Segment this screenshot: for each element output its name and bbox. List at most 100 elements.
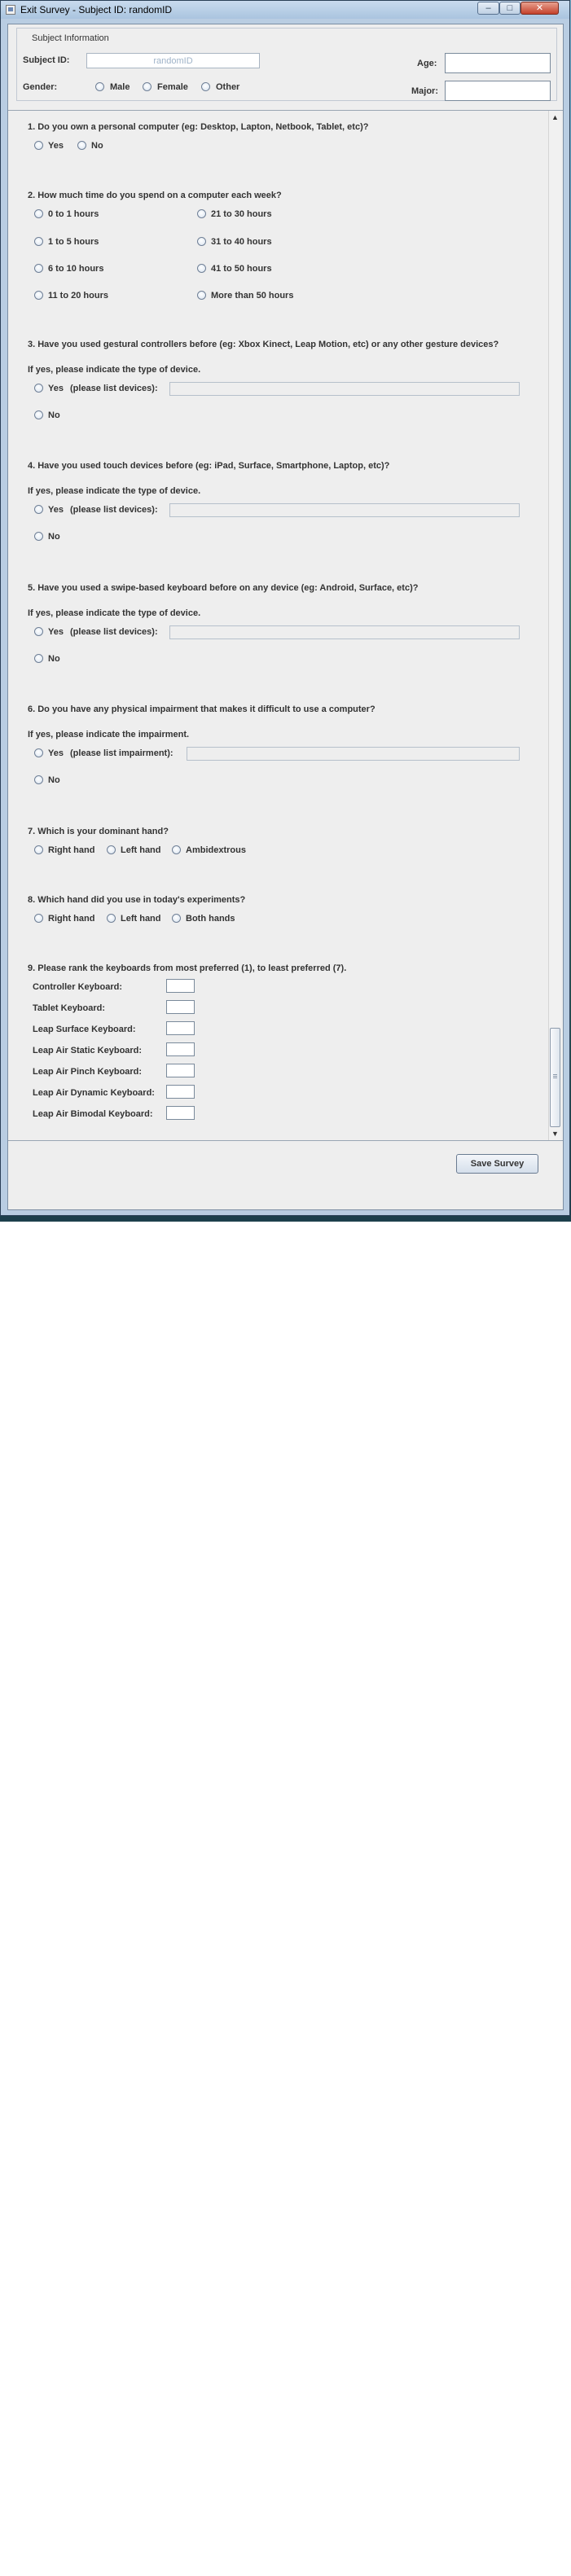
q8-right-hand-label: Right hand xyxy=(48,914,95,924)
q8-both-hands-radio[interactable] xyxy=(172,914,181,923)
q2-0-1-hours-label: 0 to 1 hours xyxy=(48,209,99,219)
q5-no-radio[interactable] xyxy=(34,654,43,663)
scroll-up-arrow-icon[interactable]: ▲ xyxy=(550,112,560,123)
q2-6-10-hours-radio[interactable] xyxy=(34,264,43,273)
age-label: Age: xyxy=(417,59,437,68)
q1-yes-radio[interactable] xyxy=(34,141,43,150)
q4-yes-radio[interactable] xyxy=(34,505,43,514)
q3-detail-label: (please list devices): xyxy=(70,384,158,393)
subject-information-panel: Subject Information Subject ID: Gender: … xyxy=(16,28,557,101)
gender-male-radio[interactable] xyxy=(95,82,104,91)
major-label: Major: xyxy=(411,86,438,96)
q8-left-hand-label: Left hand xyxy=(121,914,161,924)
scroll-down-arrow-icon[interactable]: ▼ xyxy=(550,1128,560,1139)
q7-ambidextrous-radio[interactable] xyxy=(172,845,181,854)
q2-more-than-50-hours-label: More than 50 hours xyxy=(211,291,294,301)
q5-yes-radio[interactable] xyxy=(34,627,43,636)
q8-left-hand-radio[interactable] xyxy=(107,914,116,923)
leap-air-pinch-keyboard-rank-field[interactable] xyxy=(166,1064,195,1077)
leap-air-dynamic-keyboard-rank-field[interactable] xyxy=(166,1085,195,1099)
q6-yes-label: Yes xyxy=(48,748,64,758)
age-field[interactable] xyxy=(445,53,551,73)
leap-air-bimodal-keyboard-rank-field[interactable] xyxy=(166,1106,195,1120)
gender-other-radio[interactable] xyxy=(201,82,210,91)
q5-detail-label: (please list devices): xyxy=(70,627,158,637)
leap-air-pinch-keyboard-label: Leap Air Pinch Keyboard: xyxy=(33,1067,143,1077)
q7-left-hand-label: Left hand xyxy=(121,845,161,855)
q6-impairment-field[interactable] xyxy=(187,747,520,761)
q3-no-radio[interactable] xyxy=(34,410,43,419)
q7-right-hand-radio[interactable] xyxy=(34,845,43,854)
q2-31-40-hours-label: 31 to 40 hours xyxy=(211,237,272,247)
close-button[interactable]: ✕ xyxy=(520,2,559,15)
tablet-keyboard-rank-field[interactable] xyxy=(166,1000,195,1014)
question-4-subtext: If yes, please indicate the type of devi… xyxy=(28,486,201,496)
q6-detail-label: (please list impairment): xyxy=(70,748,173,758)
question-5-subtext: If yes, please indicate the type of devi… xyxy=(28,608,201,618)
question-2-text: 2. How much time do you spend on a compu… xyxy=(28,191,282,200)
q6-no-radio[interactable] xyxy=(34,775,43,784)
scrollbar-thumb[interactable] xyxy=(550,1028,560,1127)
gender-label: Gender: xyxy=(23,82,58,92)
q1-yes-label: Yes xyxy=(48,141,64,151)
q2-1-5-hours-radio[interactable] xyxy=(34,237,43,246)
question-7-text: 7. Which is your dominant hand? xyxy=(28,827,169,836)
q2-41-50-hours-radio[interactable] xyxy=(197,264,206,273)
q3-yes-radio[interactable] xyxy=(34,384,43,393)
question-6-text: 6. Do you have any physical impairment t… xyxy=(28,704,376,714)
app-icon xyxy=(6,5,15,15)
q6-no-label: No xyxy=(48,775,60,785)
q2-31-40-hours-radio[interactable] xyxy=(197,237,206,246)
q2-0-1-hours-radio[interactable] xyxy=(34,209,43,218)
question-6-subtext: If yes, please indicate the impairment. xyxy=(28,730,190,739)
q5-no-label: No xyxy=(48,654,60,664)
question-1-text: 1. Do you own a personal computer (eg: D… xyxy=(28,122,369,132)
leap-air-static-keyboard-rank-field[interactable] xyxy=(166,1042,195,1056)
q2-more-than-50-hours-radio[interactable] xyxy=(197,291,206,300)
save-survey-button[interactable]: Save Survey xyxy=(456,1154,538,1174)
q5-yes-label: Yes xyxy=(48,627,64,637)
q2-21-30-hours-radio[interactable] xyxy=(197,209,206,218)
vertical-scrollbar[interactable]: ▲ ▼ xyxy=(548,111,561,1140)
q4-no-radio[interactable] xyxy=(34,532,43,541)
controller-keyboard-rank-field[interactable] xyxy=(166,979,195,993)
q7-left-hand-radio[interactable] xyxy=(107,845,116,854)
question-3-subtext: If yes, please indicate the type of devi… xyxy=(28,365,201,375)
q4-yes-label: Yes xyxy=(48,505,64,515)
major-field[interactable] xyxy=(445,81,551,101)
q1-no-radio[interactable] xyxy=(77,141,86,150)
question-4-text: 4. Have you used touch devices before (e… xyxy=(28,461,390,471)
q7-right-hand-label: Right hand xyxy=(48,845,95,855)
q8-both-hands-label: Both hands xyxy=(186,914,235,924)
q1-no-label: No xyxy=(91,141,103,151)
minimize-button[interactable]: – xyxy=(477,2,499,15)
gender-female-radio[interactable] xyxy=(143,82,152,91)
q5-devices-field[interactable] xyxy=(169,625,520,639)
q2-11-20-hours-radio[interactable] xyxy=(34,291,43,300)
window-client-area: Subject Information Subject ID: Gender: … xyxy=(7,24,564,1210)
question-9-text: 9. Please rank the keyboards from most p… xyxy=(28,963,347,973)
title-bar[interactable]: Exit Survey - Subject ID: randomID – □ ✕ xyxy=(1,1,569,19)
leap-surface-keyboard-rank-field[interactable] xyxy=(166,1021,195,1035)
q4-detail-label: (please list devices): xyxy=(70,505,158,515)
questions-content: 1. Do you own a personal computer (eg: D… xyxy=(8,111,548,1140)
subject-id-label: Subject ID: xyxy=(23,55,70,65)
questions-scroll-pane[interactable]: 1. Do you own a personal computer (eg: D… xyxy=(8,110,563,1141)
tablet-keyboard-label: Tablet Keyboard: xyxy=(33,1003,106,1013)
question-5-text: 5. Have you used a swipe-based keyboard … xyxy=(28,583,419,593)
q7-ambidextrous-label: Ambidextrous xyxy=(186,845,246,855)
subject-id-field[interactable] xyxy=(86,53,260,68)
gender-male-label: Male xyxy=(110,82,130,92)
q3-devices-field[interactable] xyxy=(169,382,520,396)
q3-no-label: No xyxy=(48,410,60,420)
q8-right-hand-radio[interactable] xyxy=(34,914,43,923)
q4-devices-field[interactable] xyxy=(169,503,520,517)
maximize-button[interactable]: □ xyxy=(499,2,520,15)
question-3-text: 3. Have you used gestural controllers be… xyxy=(28,340,499,349)
question-8-text: 8. Which hand did you use in today's exp… xyxy=(28,895,246,905)
scrollbar-grip-icon xyxy=(553,1074,557,1075)
window-title: Exit Survey - Subject ID: randomID xyxy=(20,4,173,15)
q6-yes-radio[interactable] xyxy=(34,748,43,757)
q2-6-10-hours-label: 6 to 10 hours xyxy=(48,264,104,274)
gender-female-label: Female xyxy=(157,82,188,92)
